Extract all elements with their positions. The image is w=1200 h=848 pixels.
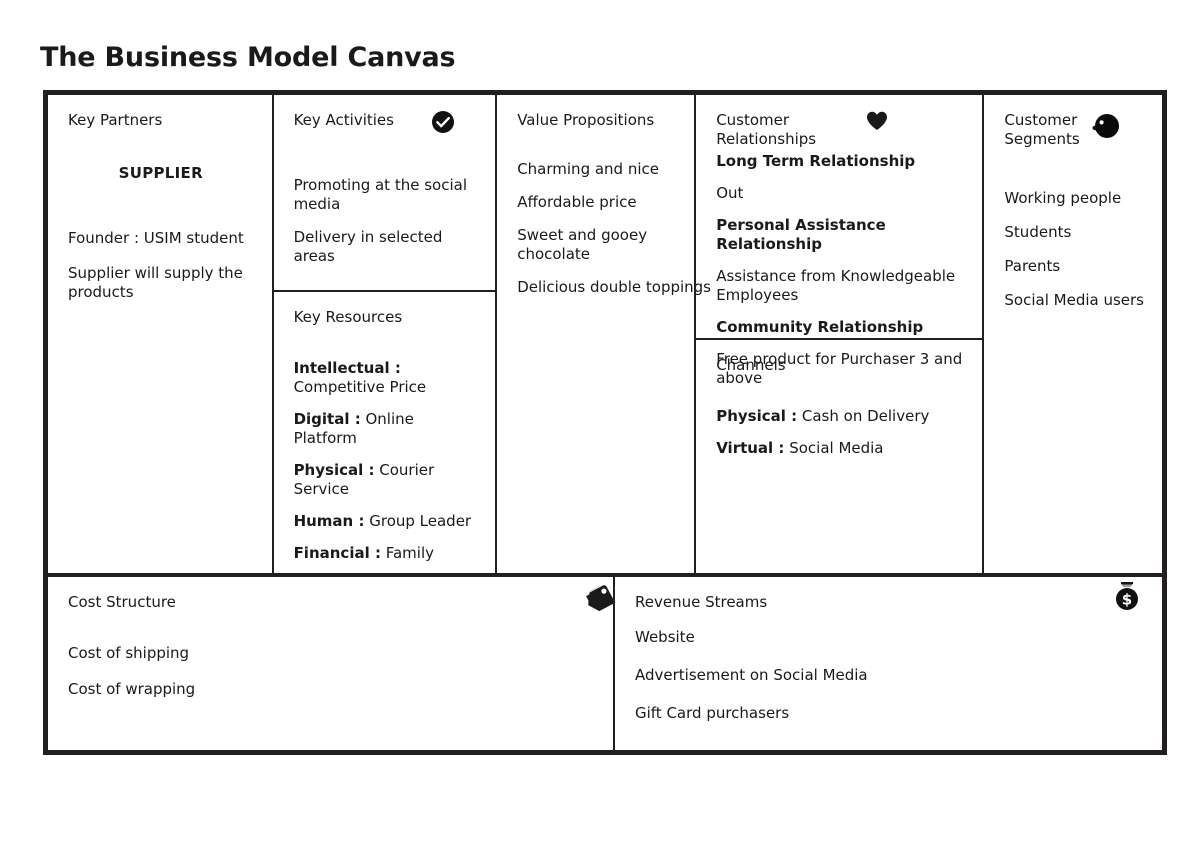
list-item-detail: Out [716,183,744,202]
customer-segments-title: Customer Segments [1004,111,1080,148]
block-key-activities[interactable]: Key Activities Promoting at the social m… [274,95,496,290]
list-item-detail: Assistance from Knowledgeable Employees [716,266,956,304]
list-item-label: Intellectual : [293,358,401,377]
list-item: Gift Card purchasers [635,703,790,722]
list-item: SUPPLIER [118,163,203,182]
canvas-top-row: Key Partners SUPPLIER Founder : USIM stu… [48,95,1162,573]
revenue-streams-entries: Website Advertisement on Social Media Gi… [635,628,1144,723]
money-bag-icon: $ [1114,581,1140,611]
cost-structure-entries: Cost of shipping Cost of wrapping [68,644,595,699]
canvas-bottom-row: Cost Structure Cost of shipping Cost of … [48,573,1162,750]
customer-relationships-header: Customer Relationships [716,111,964,149]
list-item-value: Group Leader [369,512,472,531]
list-item: Promoting at the social media [293,176,467,214]
key-partners-entries: SUPPLIER Founder : USIM student Supplier… [68,164,254,302]
customer-segments-header: Customer Segments [1004,111,1144,149]
list-item-label: Financial : [293,544,381,563]
list-item: Intellectual : Competitive Price [294,359,478,397]
list-item: Affordable price [517,192,637,211]
list-item-label: Physical : [716,406,798,425]
list-item: Delicious double toppings [517,277,712,296]
list-item: Website [635,627,695,646]
page-title: The Business Model Canvas [40,42,456,73]
value-propositions-entries: Charming and nice Affordable price Sweet… [517,159,712,297]
block-key-partners[interactable]: Key Partners SUPPLIER Founder : USIM stu… [48,95,272,573]
channels-entries: Physical : Cash on Delivery Virtual : So… [716,407,964,458]
list-item-value: Cash on Delivery [801,406,930,425]
list-item-label: Human : [293,512,365,531]
list-item: Physical : Courier Service [294,461,478,499]
list-item-value: Social Media [789,438,884,457]
list-item: Cost of shipping [68,643,190,662]
key-partners-title: Key Partners [68,111,163,129]
list-item: Delivery in selected areas [293,228,443,266]
list-item: Cost of wrapping [68,679,196,698]
cost-structure-title: Cost Structure [68,593,176,611]
list-item: Social Media users [1004,290,1144,309]
list-item-label: Virtual : [716,438,785,457]
list-item-heading: Long Term Relationship [716,151,916,170]
block-revenue-streams[interactable]: Revenue Streams Website Advertisement on… [613,577,1162,750]
revenue-streams-header: Revenue Streams [635,593,1144,612]
heart-icon [866,111,888,131]
list-item: Advertisement on Social Media [635,665,868,684]
list-item: Virtual : Social Media [716,439,964,458]
channels-title: Channels [716,356,786,374]
list-item: Supplier will supply the products [68,263,243,301]
list-item-value: Family [385,544,435,563]
svg-text:$: $ [1122,590,1132,608]
list-item-label: Digital : [293,410,361,429]
block-channels[interactable]: Channels Physical : Cash on Delivery Vir… [696,338,983,573]
list-item: Parents [1004,256,1061,275]
list-item: Physical : Cash on Delivery [716,407,964,426]
list-item: Charming and nice [517,159,659,178]
key-activities-title: Key Activities [293,111,394,129]
list-item: Human : Group Leader [294,512,478,531]
list-item-heading: Personal Assistance Relationship [716,215,886,253]
key-resources-title: Key Resources [293,308,403,327]
key-activities-header: Key Activities [294,111,478,134]
customer-segments-entries: Working people Students Parents Social M… [1004,189,1144,310]
canvas-grid: Key Partners SUPPLIER Founder : USIM stu… [43,90,1167,755]
key-resources-entries: Intellectual : Competitive Price Digital… [294,359,478,563]
list-item-heading: Community Relationship [716,317,924,336]
business-model-canvas-page: The Business Model Canvas Key Partners S… [0,0,1200,848]
list-item: Students [1004,222,1072,241]
check-circle-icon [431,110,455,134]
key-activities-entries: Promoting at the social media Delivery i… [294,176,478,266]
block-value-propositions[interactable]: Value Propositions Charming and nice Aff… [495,95,712,573]
block-key-activities-column: Key Activities Promoting at the social m… [271,95,496,573]
list-item: Founder : USIM student [68,228,244,247]
block-key-resources[interactable]: Key Resources Intellectual : Competitive… [273,290,496,586]
cost-structure-header: Cost Structure [68,593,595,612]
value-propositions-header: Value Propositions [517,111,676,130]
person-head-icon [1090,113,1120,139]
value-propositions-title: Value Propositions [517,111,655,129]
channels-header: Channels [716,356,964,375]
list-item: Working people [1004,188,1122,207]
customer-relationships-title: Customer Relationships [716,111,817,148]
revenue-streams-title: Revenue Streams [635,593,768,611]
key-partners-header: Key Partners [68,111,254,130]
block-customer-relationships-column: Customer Relationships Long Term Relatio… [694,95,983,573]
list-item-value: Competitive Price [293,377,427,396]
block-customer-segments[interactable]: Customer Segments Working people Student… [982,95,1162,573]
list-item: Sweet and gooey chocolate [517,225,648,263]
list-item-label: Physical : [293,461,375,480]
key-resources-header: Key Resources [294,308,478,327]
list-item: Financial : Family [294,544,478,563]
block-cost-structure[interactable]: Cost Structure Cost of shipping Cost of … [48,577,615,750]
list-item: Digital : Online Platform [294,410,478,448]
block-customer-relationships[interactable]: Customer Relationships Long Term Relatio… [696,95,982,387]
